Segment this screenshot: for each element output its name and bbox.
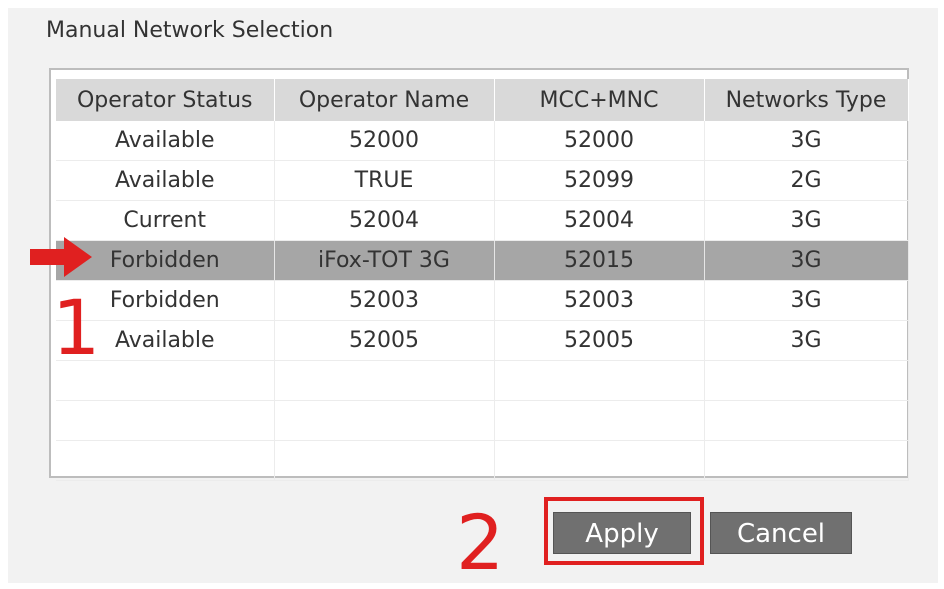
apply-button[interactable]: Apply <box>553 512 691 554</box>
cell-networks-type: 3G <box>704 121 909 161</box>
cell-mcc-mnc: 52015 <box>494 240 705 281</box>
cell-networks-type: 3G <box>704 200 909 241</box>
cell-empty <box>274 360 495 401</box>
cell-operator-name: 52005 <box>274 320 495 361</box>
cell-mcc-mnc: 52004 <box>494 200 705 241</box>
cell-networks-type: 3G <box>704 320 909 361</box>
group-title: Manual Network Selection <box>46 18 334 43</box>
cell-operator-name: 52000 <box>274 121 495 161</box>
cell-networks-type: 3G <box>704 280 909 321</box>
cell-mcc-mnc: 52099 <box>494 160 705 201</box>
cell-empty <box>274 440 495 481</box>
table-header-row: Operator Status Operator Name MCC+MNC Ne… <box>56 79 909 121</box>
table-row[interactable]: Available 52005 52005 3G <box>56 320 909 361</box>
network-table-frame: Operator Status Operator Name MCC+MNC Ne… <box>49 68 909 481</box>
network-table: Operator Status Operator Name MCC+MNC Ne… <box>56 79 909 481</box>
cell-operator-name: 52004 <box>274 200 495 241</box>
cell-empty <box>56 400 275 441</box>
cell-empty <box>704 360 909 401</box>
cell-empty <box>56 440 275 481</box>
cell-operator-name: TRUE <box>274 160 495 201</box>
cell-operator-status: Current <box>56 200 275 241</box>
table-row[interactable]: Current 52004 52004 3G <box>56 200 909 241</box>
cell-mcc-mnc: 52005 <box>494 320 705 361</box>
cell-empty <box>274 400 495 441</box>
table-row[interactable]: Forbidden 52003 52003 3G <box>56 280 909 321</box>
table-row[interactable]: Available TRUE 52099 2G <box>56 160 909 201</box>
cell-empty <box>494 400 705 441</box>
table-row[interactable]: Available 52000 52000 3G <box>56 121 909 161</box>
table-row-empty <box>56 400 909 441</box>
cell-empty <box>704 440 909 481</box>
column-header-operator-name[interactable]: Operator Name <box>274 79 495 121</box>
cancel-button[interactable]: Cancel <box>710 512 852 554</box>
red-arrow-icon <box>30 237 92 277</box>
cell-empty <box>704 400 909 441</box>
cell-networks-type: 2G <box>704 160 909 201</box>
cell-mcc-mnc: 52000 <box>494 121 705 161</box>
table-row-empty <box>56 440 909 481</box>
cell-operator-status: Available <box>56 121 275 161</box>
table-row-empty <box>56 360 909 401</box>
step-1-annotation: 1 <box>52 283 101 372</box>
cell-operator-name: iFox-TOT 3G <box>274 240 495 281</box>
column-header-mcc-mnc[interactable]: MCC+MNC <box>494 79 705 121</box>
cell-empty <box>494 440 705 481</box>
cell-mcc-mnc: 52003 <box>494 280 705 321</box>
column-header-operator-status[interactable]: Operator Status <box>56 79 275 121</box>
cell-operator-name: 52003 <box>274 280 495 321</box>
cell-networks-type: 3G <box>704 240 909 281</box>
cell-empty <box>494 360 705 401</box>
step-2-annotation: 2 <box>456 498 505 587</box>
column-header-networks-type[interactable]: Networks Type <box>704 79 909 121</box>
cell-operator-status: Available <box>56 160 275 201</box>
table-row-selected[interactable]: Forbidden iFox-TOT 3G 52015 3G <box>56 240 909 281</box>
